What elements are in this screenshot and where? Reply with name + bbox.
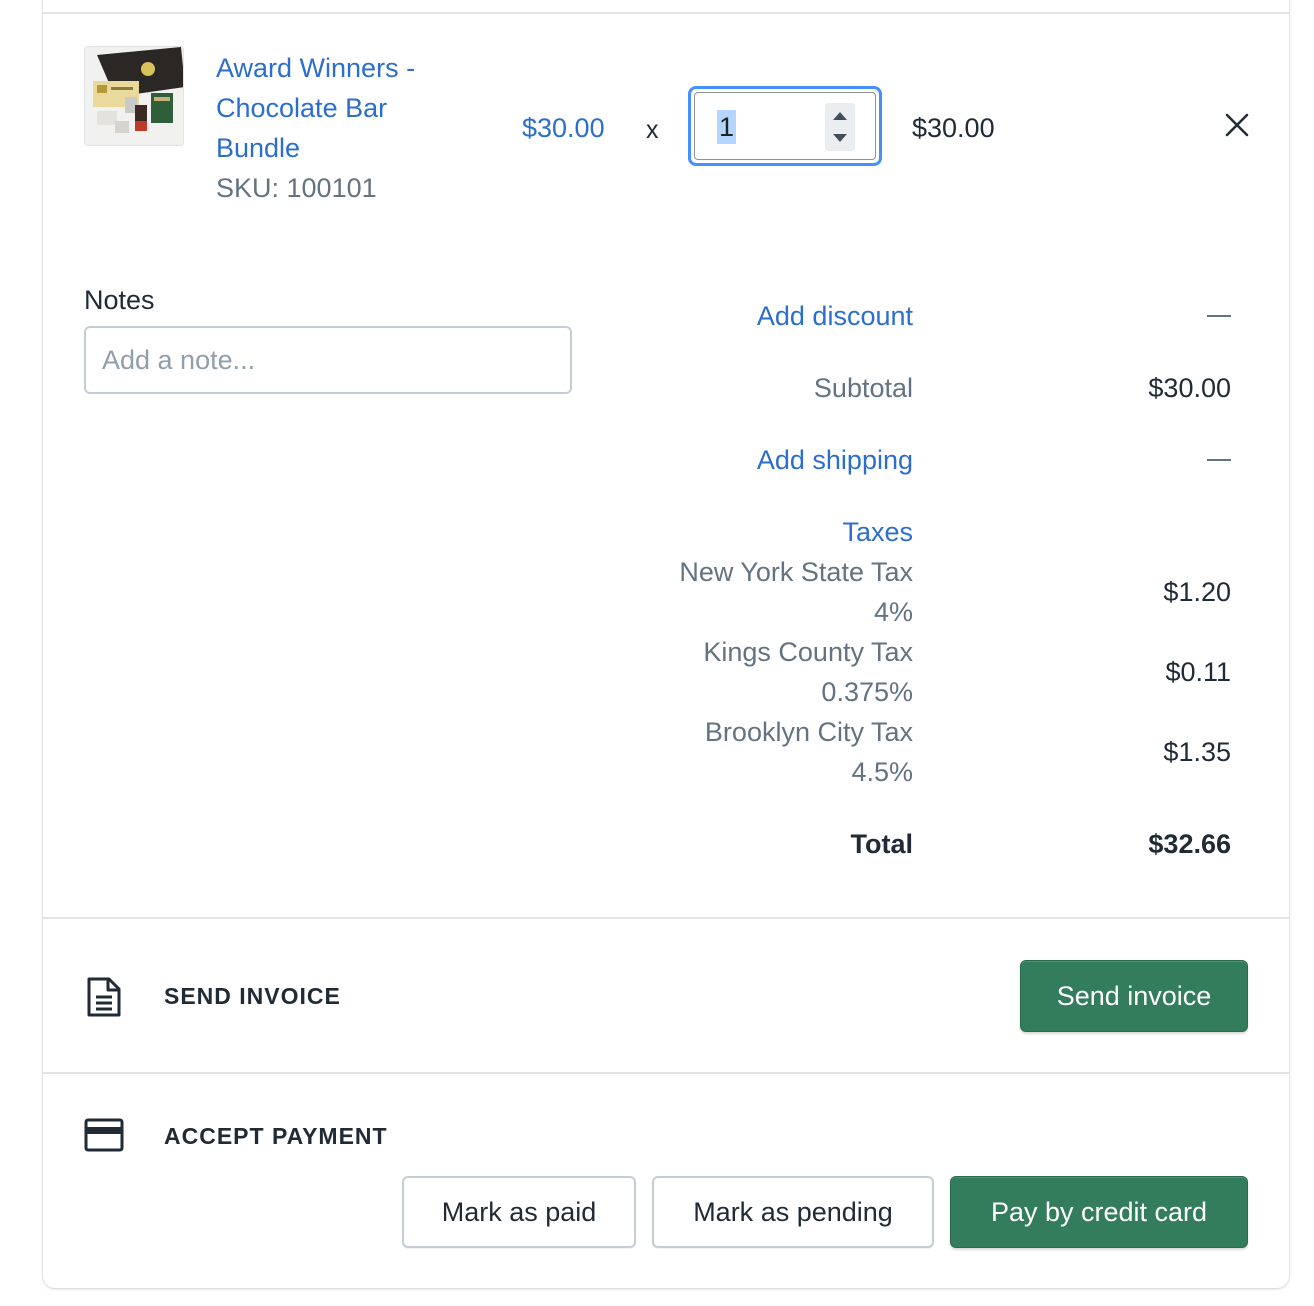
pay-by-credit-card-button[interactable]: Pay by credit card xyxy=(950,1176,1248,1248)
stepper-up-icon[interactable] xyxy=(833,112,847,120)
total-value: $32.66 xyxy=(1148,829,1231,859)
send-invoice-button[interactable]: Send invoice xyxy=(1020,960,1248,1032)
product-thumbnail[interactable] xyxy=(84,46,184,146)
discount-empty-value xyxy=(1207,315,1231,317)
quantity-input[interactable]: 1 xyxy=(694,92,876,160)
mark-as-pending-button[interactable]: Mark as pending xyxy=(652,1176,934,1248)
line-total: $30.00 xyxy=(912,113,995,143)
unit-price-link[interactable]: $30.00 xyxy=(522,108,605,148)
tax-amount: $1.20 xyxy=(1163,577,1231,607)
section-divider xyxy=(43,1072,1289,1074)
tax-amount: $1.35 xyxy=(1163,737,1231,767)
tax-rate: 4.5% xyxy=(851,757,913,787)
product-title-link[interactable]: Award Winners - Chocolate Bar Bundle xyxy=(216,48,456,168)
shipping-empty-value xyxy=(1207,459,1231,461)
product-sku: SKU: 100101 xyxy=(216,173,377,203)
subtotal-value: $30.00 xyxy=(1148,373,1231,403)
stepper-down-icon[interactable] xyxy=(833,134,847,142)
taxes-link[interactable]: Taxes xyxy=(842,512,913,552)
quantity-value: 1 xyxy=(717,110,737,144)
document-icon xyxy=(87,977,121,1017)
subtotal-label: Subtotal xyxy=(813,373,913,403)
top-divider xyxy=(43,12,1289,14)
tax-amount: $0.11 xyxy=(1165,657,1231,687)
tax-name: Brooklyn City Tax xyxy=(704,717,913,747)
notes-input[interactable] xyxy=(84,326,572,394)
send-invoice-title: SEND INVOICE xyxy=(164,983,341,1009)
tax-rate: 0.375% xyxy=(821,677,913,707)
multiply-sign: x xyxy=(646,116,659,144)
quantity-field[interactable]: 1 xyxy=(688,86,882,166)
credit-card-icon xyxy=(84,1118,124,1152)
mark-as-paid-button[interactable]: Mark as paid xyxy=(402,1176,636,1248)
notes-label: Notes xyxy=(84,285,155,315)
add-shipping-link[interactable]: Add shipping xyxy=(757,440,913,480)
tax-name: New York State Tax xyxy=(679,557,913,587)
total-label: Total xyxy=(850,829,914,859)
close-icon xyxy=(1225,113,1249,137)
quantity-stepper[interactable] xyxy=(825,103,855,151)
tax-name: Kings County Tax xyxy=(703,637,913,667)
add-discount-link[interactable]: Add discount xyxy=(757,296,913,336)
tax-rate: 4% xyxy=(873,597,913,627)
accept-payment-title: ACCEPT PAYMENT xyxy=(164,1123,388,1149)
remove-item-button[interactable] xyxy=(1222,110,1252,140)
section-divider xyxy=(43,917,1289,919)
